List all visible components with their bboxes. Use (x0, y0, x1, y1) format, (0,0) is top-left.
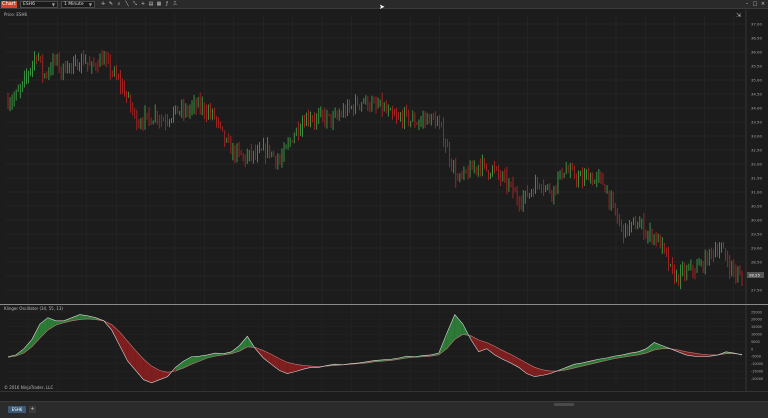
osc-fill (191, 356, 200, 365)
crosshair-icon[interactable]: ✛ (100, 1, 106, 8)
instrument-value: ESH6 (23, 2, 35, 7)
oscillator-pane-label: Klinger Oscillator (34, 55, 13) (4, 306, 63, 311)
osc-tick-label: -10000 (751, 362, 763, 366)
price-tick-label: 34.50 (751, 92, 762, 97)
price-tick-label: 34.00 (751, 106, 762, 111)
osc-tick-label: 20000 (751, 318, 762, 322)
price-tick-label: 31.00 (751, 190, 762, 195)
osc-fill (31, 323, 40, 347)
osc-fill (454, 314, 463, 340)
price-tick-label: 27.50 (751, 288, 762, 293)
price-tick-label: 31.50 (751, 176, 762, 181)
price-tick-label: 33.00 (751, 134, 762, 139)
oscillator-line (7, 314, 743, 384)
price-tick-label: 36.00 (751, 50, 762, 55)
chart-menu-button[interactable]: Chart (1, 1, 17, 8)
add-tab-button[interactable]: + (29, 406, 36, 413)
strategies-icon[interactable]: ⎍ (172, 1, 178, 8)
oscillator-panel[interactable]: Klinger Oscillator (34, 55, 13) 25000 200… (0, 305, 768, 391)
osc-tick-label: 0 (751, 347, 753, 351)
price-tick-label: 32.00 (751, 162, 762, 167)
osc-fill (446, 314, 455, 349)
indicators-icon[interactable]: ƒ (164, 1, 170, 8)
chevron-down-icon: ▼ (51, 2, 55, 7)
price-tick-label: 29.00 (751, 246, 762, 251)
price-panel[interactable]: Price: ESH6 37.00 36.50 36.00 35.50 35.00 34.… (0, 10, 768, 304)
data-box-icon[interactable]: ▦ (156, 1, 162, 8)
interval-value: 1 Minute (64, 2, 84, 7)
price-tick-label: 30.00 (751, 218, 762, 223)
interval-selector[interactable]: 1 Minute ▼ (61, 1, 95, 8)
osc-tick-label: 10000 (751, 333, 762, 337)
plus-icon[interactable]: + (140, 1, 146, 8)
price-tick-label: 35.50 (751, 64, 762, 69)
minimize-button[interactable]: – (744, 1, 750, 8)
osc-tick-label: -15000 (751, 370, 763, 374)
price-tick-label: 32.50 (751, 148, 762, 153)
osc-tick-label: 15000 (751, 325, 762, 329)
properties-icon[interactable]: ▤ (148, 1, 154, 8)
price-tick-label: 37.00 (751, 22, 762, 27)
osc-tick-label: 5000 (751, 340, 760, 344)
price-chart[interactable]: 37.00 36.50 36.00 35.50 35.00 34.50 34.00 33.50… (0, 10, 768, 304)
magnifier-icon[interactable]: ⌕ (116, 1, 122, 8)
close-button[interactable]: × (760, 1, 766, 8)
time-axis[interactable]: 09:3509:4009:4509:5009:5510:0010:0510:10… (0, 391, 768, 405)
price-tick-label: 36.50 (751, 36, 762, 41)
line-tool-icon[interactable]: ╲ (124, 1, 130, 8)
horizontal-scrollbar[interactable] (554, 403, 574, 406)
scroll-to-end-icon[interactable]: ⇲ (736, 12, 741, 19)
osc-fill (111, 324, 120, 346)
osc-tick-label: 25000 (751, 310, 762, 314)
instrument-selector[interactable]: ESH6 ▼ (20, 1, 58, 8)
pencil-icon[interactable]: ✎ (108, 1, 114, 8)
price-tick-label: 29.50 (751, 232, 762, 237)
price-tick-label: 30.50 (751, 204, 762, 209)
price-tick-label: 35.00 (751, 78, 762, 83)
tab-bar: ESH6 + (0, 401, 768, 418)
maximize-button[interactable]: □ (752, 1, 758, 8)
price-tick-label: 28.50 (751, 260, 762, 265)
oscillator-chart[interactable]: 25000 20000 15000 10000 5000 0 -5000 -10000 -150… (0, 305, 768, 391)
tab-instrument[interactable]: ESH6 (8, 406, 26, 413)
last-price-label: 28.25 (749, 273, 760, 278)
price-tick-label: 33.50 (751, 120, 762, 125)
price-pane-label: Price: ESH6 (4, 12, 27, 17)
osc-tick-label: -20000 (751, 377, 763, 381)
osc-tick-label: -5000 (751, 355, 761, 359)
chevron-down-icon: ▼ (88, 2, 92, 7)
draw-tool-icon[interactable]: ⤡ (132, 1, 138, 8)
copyright-text: © 2016 NinjaTrader, LLC (4, 385, 54, 390)
